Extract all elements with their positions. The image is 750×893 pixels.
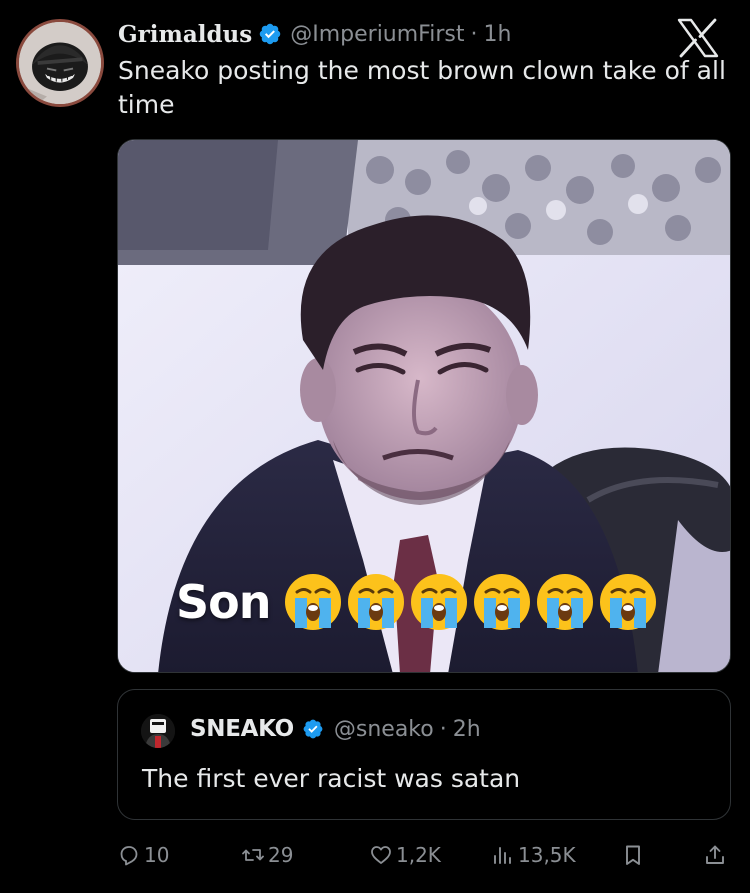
quoted-handle[interactable]: @sneako: [334, 717, 434, 742]
bookmark-icon: [626, 845, 640, 865]
tweet-media-image[interactable]: Son: [117, 139, 731, 673]
separator-dot: ·: [470, 21, 478, 47]
retweet-button[interactable]: 29: [241, 838, 293, 872]
media-caption: Son: [176, 572, 658, 632]
quoted-author-avatar[interactable]: [141, 714, 175, 748]
separator-dot: ·: [439, 716, 447, 742]
share-button[interactable]: [703, 838, 730, 872]
author-display-name[interactable]: Grimaldus: [118, 21, 252, 48]
loudly-crying-face-emoji: [474, 574, 531, 630]
author-handle[interactable]: @ImperiumFirst: [290, 22, 464, 47]
views-chart-icon: [494, 847, 511, 864]
views-button[interactable]: 13,5K: [491, 838, 576, 872]
quoted-timestamp[interactable]: 2h: [453, 717, 481, 742]
reply-count: 10: [144, 843, 170, 867]
verified-badge-icon: [259, 23, 281, 45]
caption-word: Son: [176, 575, 271, 629]
loudly-crying-face-emoji: [600, 574, 657, 630]
heart-icon: [371, 846, 391, 864]
author-avatar[interactable]: [16, 19, 104, 107]
reply-button[interactable]: 10: [117, 838, 169, 872]
tweet-timestamp[interactable]: 1h: [483, 22, 511, 47]
tweet-action-bar: 10 29 1,2K 13,5K: [117, 838, 737, 872]
tweet-header: Grimaldus @ImperiumFirst · 1h: [118, 18, 690, 50]
quoted-tweet-text: The first ever racist was satan: [142, 764, 521, 793]
quoted-display-name[interactable]: SNEAKO: [190, 716, 294, 742]
share-icon: [706, 845, 724, 864]
helmet-avatar-icon: [19, 22, 101, 104]
views-count: 13,5K: [518, 843, 576, 867]
masked-figure-avatar-icon: [141, 714, 175, 748]
loudly-crying-face-emoji: [411, 574, 468, 630]
loudly-crying-face-emoji: [537, 574, 594, 630]
retweet-icon: [242, 849, 264, 861]
x-logo-icon[interactable]: [676, 18, 720, 58]
quoted-tweet[interactable]: SNEAKO @sneako · 2h The first ever racis…: [117, 689, 731, 820]
bookmark-button[interactable]: [621, 838, 648, 872]
loudly-crying-face-emoji: [348, 574, 405, 630]
like-count: 1,2K: [396, 843, 441, 867]
tweet-text: Sneako posting the most brown clown take…: [118, 56, 726, 119]
reply-icon: [120, 846, 138, 866]
quoted-tweet-header: SNEAKO @sneako · 2h: [190, 716, 481, 742]
retweet-count: 29: [268, 843, 294, 867]
loudly-crying-face-emoji: [285, 574, 342, 630]
verified-badge-icon: [303, 719, 323, 739]
like-button[interactable]: 1,2K: [369, 838, 441, 872]
